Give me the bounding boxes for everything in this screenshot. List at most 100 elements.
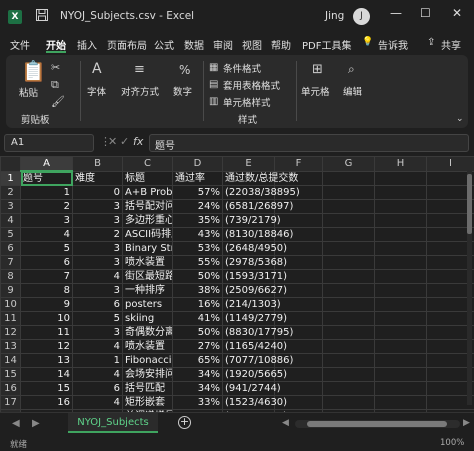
cell[interactable] — [274, 213, 323, 228]
cell[interactable] — [374, 227, 427, 242]
vertical-scrollbar[interactable] — [467, 170, 472, 405]
cell[interactable] — [322, 185, 375, 200]
cut-icon[interactable]: ✂ — [51, 61, 60, 74]
cell[interactable]: 街区最短路 — [122, 269, 173, 284]
cell[interactable]: 38% — [172, 283, 223, 298]
cell[interactable]: 16 — [20, 395, 73, 410]
format-painter-icon[interactable]: 🖌 — [51, 95, 65, 108]
row-header[interactable]: 14 — [0, 353, 21, 368]
cell[interactable] — [374, 269, 427, 284]
menu-tell-me[interactable]: 告诉我 — [378, 37, 408, 52]
cell[interactable]: 43% — [172, 227, 223, 242]
row-header[interactable]: 8 — [0, 269, 21, 284]
cell[interactable]: 1 — [72, 353, 123, 368]
row-header[interactable]: 12 — [0, 325, 21, 340]
column-header-d[interactable]: D — [172, 156, 223, 172]
cell[interactable]: 0 — [72, 185, 123, 200]
column-header-b[interactable]: B — [72, 156, 123, 172]
cell[interactable]: (8830/17795) — [222, 325, 293, 340]
menu-home[interactable]: 开始 — [46, 37, 66, 52]
row-header[interactable]: 6 — [0, 241, 21, 256]
prev-sheet-icon[interactable]: ◀ — [12, 418, 20, 429]
cell[interactable] — [322, 311, 375, 326]
row-header[interactable]: 2 — [0, 185, 21, 200]
cell[interactable] — [374, 353, 427, 368]
cell[interactable]: 3 — [20, 213, 73, 228]
cell[interactable]: 12 — [20, 339, 73, 354]
add-sheet-icon[interactable]: + — [178, 416, 191, 429]
cell[interactable] — [322, 241, 375, 256]
cancel-icon[interactable]: ✕ — [108, 135, 117, 148]
cell[interactable]: 50% — [172, 269, 223, 284]
cell[interactable]: 2 — [20, 199, 73, 214]
cell[interactable]: (8130/18846) — [222, 227, 293, 242]
row-header[interactable]: 16 — [0, 381, 21, 396]
cell[interactable]: 6 — [72, 297, 123, 312]
cell[interactable]: 41% — [172, 311, 223, 326]
fx-icon[interactable]: fx — [133, 135, 143, 148]
cell[interactable] — [374, 381, 427, 396]
cell[interactable] — [374, 395, 427, 410]
cell[interactable] — [374, 241, 427, 256]
menu-share[interactable]: 共享 — [441, 37, 461, 52]
conditional-format-button[interactable]: 条件格式 — [223, 61, 261, 75]
column-header-e[interactable]: E — [222, 156, 275, 172]
cell[interactable]: 34% — [172, 381, 223, 396]
cell[interactable] — [274, 297, 323, 312]
column-header-f[interactable]: F — [274, 156, 323, 172]
scroll-left-icon[interactable]: ◀ — [282, 418, 289, 428]
menu-insert[interactable]: 插入 — [77, 37, 97, 52]
cell[interactable]: (1165/4240) — [222, 339, 287, 354]
cell[interactable]: 4 — [20, 227, 73, 242]
row-header[interactable]: 7 — [0, 255, 21, 270]
table-format-button[interactable]: 套用表格格式 — [223, 78, 280, 92]
number-group[interactable]: % 数字 — [170, 55, 200, 128]
cell[interactable]: 1 — [20, 185, 73, 200]
cell[interactable]: 34% — [172, 367, 223, 382]
column-header-a[interactable]: A — [20, 156, 73, 172]
formula-input[interactable]: 题号 — [149, 134, 469, 152]
cell[interactable] — [322, 199, 375, 214]
menu-pdf-tools[interactable]: PDF工具集 — [302, 37, 351, 52]
select-all-corner[interactable] — [0, 156, 21, 172]
cell[interactable] — [322, 269, 375, 284]
close-button[interactable]: ✕ — [452, 6, 462, 20]
menu-help[interactable]: 帮助 — [271, 37, 291, 52]
cell[interactable]: 通过率 — [172, 170, 223, 186]
row-header[interactable]: 1 — [0, 170, 21, 186]
cell[interactable] — [322, 283, 375, 298]
row-header[interactable]: 13 — [0, 339, 21, 354]
cell[interactable]: (941/2744) — [222, 381, 281, 396]
cell[interactable] — [322, 395, 375, 410]
cell[interactable]: 矩形嵌套 — [122, 395, 173, 410]
cell[interactable]: 4 — [72, 339, 123, 354]
row-header[interactable]: 15 — [0, 367, 21, 382]
cell[interactable] — [374, 255, 427, 270]
cell[interactable]: 3 — [72, 241, 123, 256]
confirm-icon[interactable]: ✓ — [120, 135, 129, 148]
menu-formulas[interactable]: 公式 — [154, 37, 174, 52]
menu-file[interactable]: 文件 — [10, 37, 30, 52]
cell[interactable]: 括号配对问 — [122, 199, 173, 214]
cell[interactable]: 喷水装置 — [122, 255, 173, 270]
cell[interactable]: 会场安排问 — [122, 367, 173, 382]
cell[interactable]: (1593/3171) — [222, 269, 287, 284]
cell[interactable] — [374, 283, 427, 298]
cell[interactable]: 一种排序 — [122, 283, 173, 298]
zoom-level[interactable]: 100% — [440, 438, 464, 448]
cell[interactable]: 6 — [20, 255, 73, 270]
cell[interactable]: 27% — [172, 339, 223, 354]
cell[interactable]: (2648/4950) — [222, 241, 287, 256]
cell[interactable]: 3 — [72, 213, 123, 228]
cell[interactable]: 3 — [72, 255, 123, 270]
horizontal-scroll-thumb[interactable] — [307, 421, 447, 427]
cell[interactable]: 9 — [20, 297, 73, 312]
row-header[interactable]: 3 — [0, 199, 21, 214]
cell[interactable]: 11 — [20, 325, 73, 340]
cell[interactable]: 50% — [172, 325, 223, 340]
cell[interactable] — [322, 325, 375, 340]
cell[interactable]: 喷水装置 — [122, 339, 173, 354]
cell[interactable]: 3 — [72, 283, 123, 298]
cell[interactable]: 奇偶数分离 — [122, 325, 173, 340]
menu-data[interactable]: 数据 — [184, 37, 204, 52]
